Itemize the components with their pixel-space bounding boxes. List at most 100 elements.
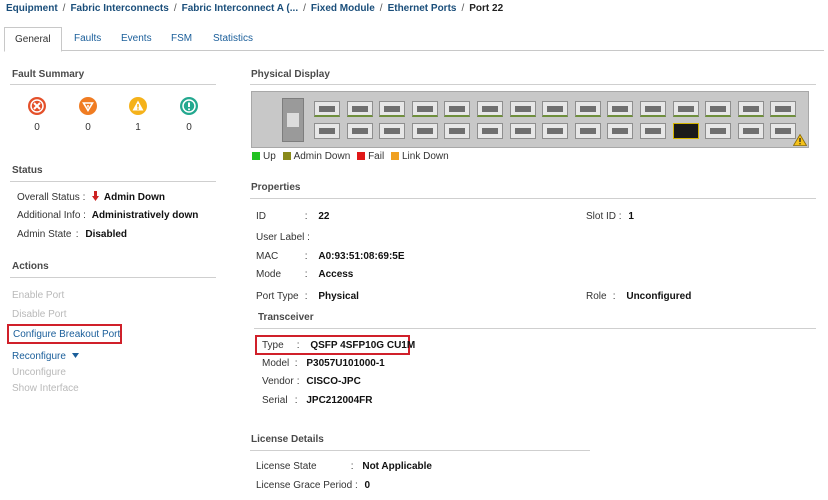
breadcrumb-fixed-module[interactable]: Fixed Module [311, 3, 375, 14]
tab-general[interactable]: General [4, 27, 62, 52]
switch-port[interactable] [411, 101, 438, 117]
disable-port-link: Disable Port [12, 309, 67, 320]
additional-info-value: Administratively down [91, 210, 199, 221]
tab-faults[interactable]: Faults [64, 27, 111, 51]
admin-state-value: Disabled [85, 229, 128, 240]
breadcrumb-separator: / [379, 3, 383, 14]
tab-statistics[interactable]: Statistics [203, 27, 263, 51]
slot-id-value: 1 [628, 211, 634, 222]
fault-summary-title: Fault Summary [12, 69, 85, 80]
switch-port[interactable] [477, 101, 503, 117]
divider [250, 450, 590, 451]
transceiver-serial-row: Serial : JPC212004FR [262, 395, 373, 406]
switch-port[interactable] [672, 101, 699, 117]
license-state-row: License State : Not Applicable [256, 461, 432, 472]
switch-front-panel[interactable] [251, 91, 809, 148]
transceiver-model-separator: : [294, 358, 298, 369]
legend-link-down-swatch [390, 152, 399, 160]
breadcrumb-fabric-interconnect-a[interactable]: Fabric Interconnect A (... [182, 3, 299, 14]
user-label-row: User Label : [256, 232, 310, 243]
switch-port[interactable] [737, 123, 764, 139]
switch-port[interactable] [770, 101, 797, 117]
switch-port[interactable] [314, 101, 340, 117]
transceiver-serial-value: JPC212004FR [306, 395, 373, 406]
additional-info-row: Additional Info : Administratively down [17, 210, 198, 221]
breadcrumb-separator: / [461, 3, 465, 14]
switch-port[interactable] [574, 101, 601, 117]
configure-breakout-port-link[interactable]: Configure Breakout Port [13, 329, 120, 340]
fault-critical[interactable]: 0 [26, 96, 48, 133]
switch-port[interactable] [542, 123, 569, 139]
switch-port[interactable] [379, 101, 406, 117]
id-separator: : [304, 211, 308, 222]
breadcrumb-separator: / [173, 3, 177, 14]
fault-warning[interactable]: 0 [178, 96, 200, 133]
switch-port[interactable] [509, 101, 536, 117]
switch-port[interactable] [314, 123, 340, 139]
mode-value: Access [318, 269, 354, 280]
switch-port[interactable] [607, 123, 634, 139]
critical-x-icon [28, 97, 46, 115]
admin-state-label: Admin State [17, 229, 72, 240]
tab-events[interactable]: Events [111, 27, 162, 51]
breadcrumb-ethernet-ports[interactable]: Ethernet Ports [388, 3, 457, 14]
switch-port[interactable] [737, 101, 764, 117]
switch-port[interactable] [379, 123, 406, 139]
switch-port[interactable] [509, 123, 536, 139]
role-separator: : [612, 291, 616, 302]
transceiver-title: Transceiver [258, 312, 314, 323]
additional-info-label: Additional Info : [17, 210, 86, 221]
mode-row: Mode : Access [256, 269, 353, 280]
switch-port[interactable] [640, 123, 666, 139]
switch-port[interactable] [705, 123, 732, 139]
switch-port[interactable] [411, 123, 438, 139]
breadcrumb-separator: / [62, 3, 66, 14]
switch-port[interactable] [542, 101, 569, 117]
panel-warning-icon [793, 134, 807, 146]
license-state-separator: : [350, 461, 354, 472]
breadcrumb-equipment[interactable]: Equipment [6, 3, 58, 14]
switch-port[interactable] [444, 123, 471, 139]
divider [10, 277, 216, 278]
divider [250, 198, 816, 199]
legend-up-swatch [252, 152, 260, 160]
minor-warning-icon [129, 97, 147, 115]
license-state-value: Not Applicable [362, 461, 432, 472]
legend-up-label: Up [263, 151, 276, 162]
switch-port[interactable] [477, 123, 503, 139]
breadcrumb-port-22: Port 22 [469, 3, 504, 14]
legend-admin-down-swatch [282, 152, 291, 160]
switch-port[interactable] [346, 123, 373, 139]
transceiver-model-value: P3057U101000-1 [306, 358, 385, 369]
transceiver-type-value: QSFP 4SFP10G CU1M [310, 340, 416, 351]
reconfigure-link[interactable]: Reconfigure [12, 350, 79, 362]
switch-port[interactable] [607, 101, 634, 117]
fault-major[interactable]: 0 [77, 96, 99, 133]
switch-port[interactable] [346, 101, 373, 117]
major-down-icon [79, 97, 97, 115]
id-label: ID [256, 211, 266, 222]
tab-fsm[interactable]: FSM [161, 27, 202, 51]
license-grace-period-label: License Grace Period : [256, 480, 358, 491]
switch-port[interactable] [640, 101, 666, 117]
selected-port[interactable] [672, 123, 699, 139]
fault-minor[interactable]: 1 [127, 96, 149, 133]
id-row: ID : 22 [256, 211, 329, 222]
switch-management-module [282, 98, 304, 142]
show-interface-link: Show Interface [12, 383, 79, 394]
admin-down-arrow-icon [92, 191, 100, 204]
legend-item-link-down: Link Down [390, 151, 449, 162]
fault-major-count: 0 [85, 122, 91, 133]
actions-title: Actions [12, 261, 49, 272]
port-type-label: Port Type [256, 291, 299, 302]
mac-separator: : [304, 251, 308, 262]
switch-port[interactable] [574, 123, 601, 139]
breadcrumb-fabric-interconnects[interactable]: Fabric Interconnects [70, 3, 168, 14]
mode-separator: : [304, 269, 308, 280]
switch-port[interactable] [444, 101, 471, 117]
divider [254, 328, 816, 329]
transceiver-model-label: Model [262, 358, 290, 369]
status-title: Status [12, 165, 43, 176]
overall-status-value: Admin Down [103, 192, 166, 203]
switch-port[interactable] [705, 101, 732, 117]
